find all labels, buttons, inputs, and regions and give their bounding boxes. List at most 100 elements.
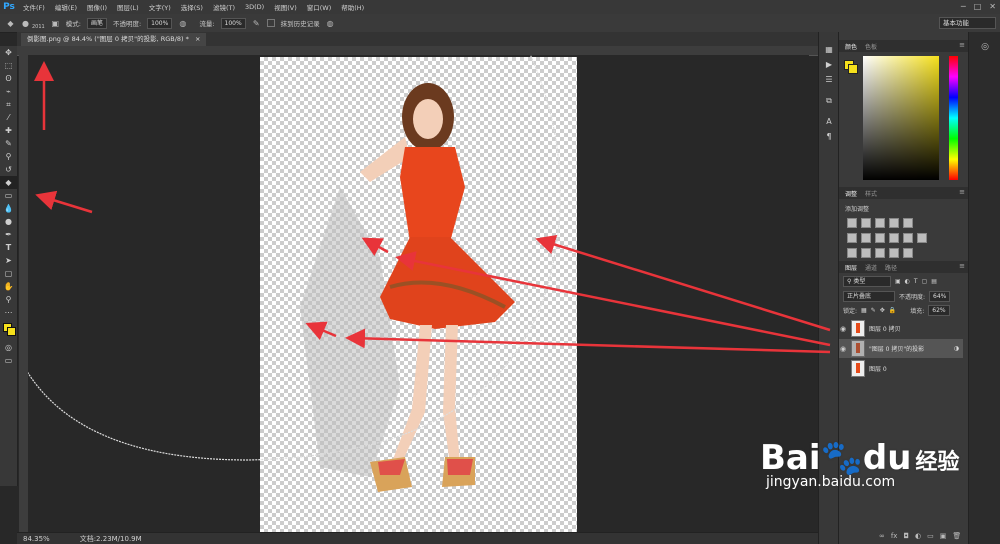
quick-mask-icon[interactable]: ◎ (0, 341, 17, 354)
character-panel-icon[interactable]: A (819, 114, 839, 129)
move-tool-icon[interactable]: ✥ (0, 46, 17, 59)
shape-tool-icon[interactable]: ▢ (0, 267, 17, 280)
mode-select[interactable]: 画笔 (86, 17, 107, 29)
canvas-area[interactable] (28, 55, 809, 532)
paragraph-panel-icon[interactable]: ¶ (819, 129, 839, 144)
layer-name[interactable]: 图层 0 拷贝 (869, 324, 901, 333)
layer-effects-icon[interactable]: ◑ (954, 345, 959, 352)
brush-panel-icon[interactable]: ▣ (51, 19, 60, 28)
pressure-opacity-icon[interactable]: ◍ (178, 19, 187, 28)
photo-filter-icon[interactable] (889, 233, 899, 243)
brightness-icon[interactable] (847, 218, 857, 228)
airbrush-icon[interactable]: ✎ (252, 19, 261, 28)
tab-channels[interactable]: 通道 (865, 263, 877, 272)
layer-row-selected[interactable]: ◉ "图层 0 拷贝"的投影 ◑ (839, 339, 963, 358)
filter-adjust-icon[interactable]: ◐ (905, 278, 910, 285)
tab-adjustments[interactable]: 调整 (845, 189, 857, 198)
zoom-level[interactable]: 84.35% (23, 535, 50, 543)
opacity-field[interactable]: 100% (147, 17, 173, 29)
color-picker-field[interactable] (863, 56, 939, 180)
hue-sat-icon[interactable] (847, 233, 857, 243)
threshold-icon[interactable] (875, 248, 885, 258)
mask-icon[interactable]: ◘ (903, 532, 909, 540)
libraries-icon[interactable]: ◎ (976, 42, 994, 52)
brush-preview-icon[interactable]: ● (21, 19, 30, 28)
tab-layers[interactable]: 图层 (845, 263, 857, 272)
selective-color-icon[interactable] (903, 248, 913, 258)
type-tool-icon[interactable]: T (0, 241, 17, 254)
menu-filter[interactable]: 滤镜(T) (208, 2, 240, 12)
color-panel-background[interactable] (848, 64, 858, 74)
levels-icon[interactable] (861, 218, 871, 228)
stamp-tool-icon[interactable]: ⚲ (0, 150, 17, 163)
menu-window[interactable]: 窗口(W) (302, 2, 337, 12)
gradient-map-icon[interactable] (889, 248, 899, 258)
blend-mode-select[interactable]: 正片叠底 (843, 291, 895, 302)
marquee-tool-icon[interactable]: ⬚ (0, 59, 17, 72)
menu-view[interactable]: 视图(V) (269, 2, 302, 12)
screen-mode-icon[interactable]: ▭ (0, 354, 17, 367)
path-select-tool-icon[interactable]: ➤ (0, 254, 17, 267)
quick-select-tool-icon[interactable]: ⌁ (0, 85, 17, 98)
blur-tool-icon[interactable]: 💧 (0, 202, 17, 215)
trash-icon[interactable]: 🗑 (952, 532, 961, 540)
exposure-icon[interactable] (889, 218, 899, 228)
tab-styles[interactable]: 样式 (865, 189, 877, 198)
panel-menu-icon[interactable]: ≡ (959, 262, 965, 270)
tab-color[interactable]: 颜色 (845, 42, 857, 51)
zoom-tool-icon[interactable]: ⚲ (0, 293, 17, 306)
folder-icon[interactable]: ▭ (927, 532, 934, 540)
document-size[interactable]: 文档:2.23M/10.9M (80, 534, 142, 544)
maximize-button[interactable]: □ (974, 2, 982, 11)
layer-opacity-field[interactable]: 64% (929, 291, 951, 302)
layer-row[interactable]: ◉ 图层 0 拷贝 (839, 319, 963, 338)
filter-type-icon[interactable]: T (914, 278, 918, 285)
close-button[interactable]: ✕ (989, 2, 996, 11)
new-layer-icon[interactable]: ▣ (940, 532, 947, 540)
actions-panel-icon[interactable]: ▶ (819, 57, 839, 72)
filter-pixel-icon[interactable]: ▣ (895, 278, 901, 285)
close-tab-icon[interactable]: × (195, 35, 200, 43)
menu-file[interactable]: 文件(F) (18, 2, 50, 12)
eraser-preset-icon[interactable]: ◆ (6, 19, 15, 28)
pressure-size-icon[interactable]: ◍ (326, 19, 335, 28)
layer-row[interactable]: 图层 0 (839, 359, 963, 378)
color-swatches[interactable] (0, 319, 17, 341)
history-checkbox[interactable] (266, 19, 275, 27)
hand-tool-icon[interactable]: ✋ (0, 280, 17, 293)
color-balance-icon[interactable] (861, 233, 871, 243)
menu-help[interactable]: 帮助(H) (336, 2, 369, 12)
document-tab[interactable]: 倒影图.png @ 84.4% ("图层 0 拷贝"的投影, RGB/8) * … (21, 33, 207, 46)
fx-icon[interactable]: fx (891, 532, 898, 540)
lock-transparent-icon[interactable]: ▦ (861, 307, 867, 314)
healing-tool-icon[interactable]: ✚ (0, 124, 17, 137)
background-swatch[interactable] (7, 327, 16, 336)
eyedropper-tool-icon[interactable]: ⁄ (0, 111, 17, 124)
hue-slider[interactable] (949, 56, 958, 180)
eraser-tool-icon[interactable]: ◆ (0, 176, 17, 189)
menu-edit[interactable]: 编辑(E) (50, 2, 82, 12)
panel-menu-icon[interactable]: ≡ (959, 41, 965, 49)
brush-tool-icon[interactable]: ✎ (0, 137, 17, 150)
filter-smart-icon[interactable]: ▤ (931, 278, 937, 285)
more-tools-icon[interactable]: ⋯ (0, 306, 17, 319)
dodge-tool-icon[interactable]: ● (0, 215, 17, 228)
curves-icon[interactable] (875, 218, 885, 228)
lock-paint-icon[interactable]: ✎ (871, 307, 876, 314)
menu-3d[interactable]: 3D(D) (240, 3, 269, 11)
layer-filter-select[interactable]: ⚲ 类型 (843, 276, 891, 287)
menu-type[interactable]: 文字(Y) (144, 2, 176, 12)
flow-field[interactable]: 100% (220, 17, 246, 29)
workspace-select[interactable]: 基本功能 (939, 17, 996, 29)
tab-swatches[interactable]: 色板 (865, 42, 877, 51)
link-icon[interactable]: ∞ (879, 532, 885, 540)
crop-tool-icon[interactable]: ⌗ (0, 98, 17, 111)
gradient-tool-icon[interactable]: ▭ (0, 189, 17, 202)
color-lookup-icon[interactable] (917, 233, 927, 243)
minimize-button[interactable]: ─ (961, 2, 966, 11)
menu-select[interactable]: 选择(S) (176, 2, 208, 12)
channel-mixer-icon[interactable] (903, 233, 913, 243)
visibility-eye-icon[interactable]: ◉ (839, 345, 847, 353)
layer-fill-field[interactable]: 62% (928, 305, 950, 316)
history-panel-icon[interactable]: ▦ (819, 42, 839, 57)
